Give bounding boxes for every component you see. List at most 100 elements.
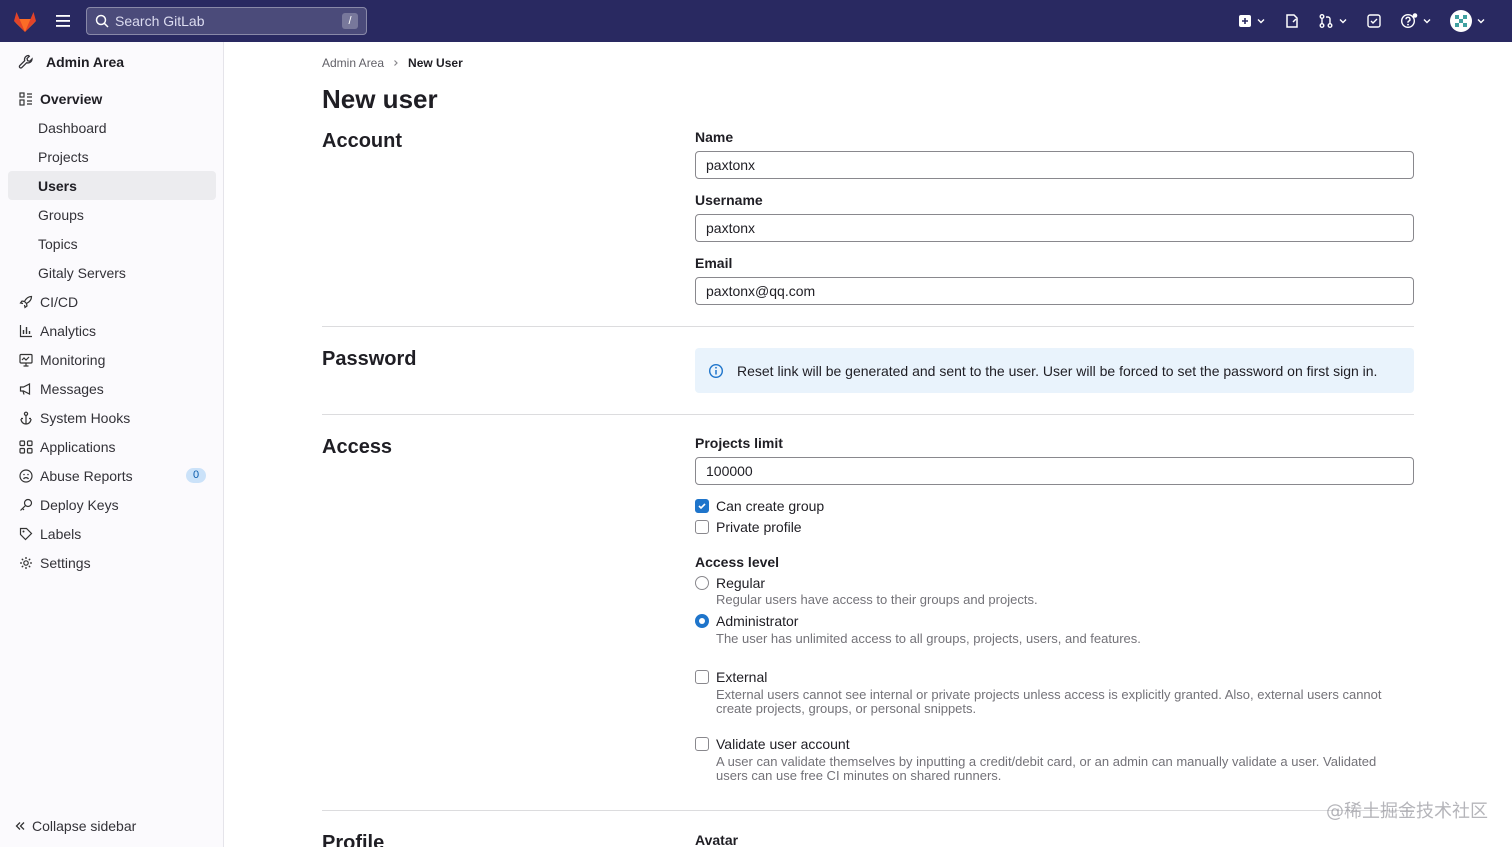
can-create-group-label: Can create group — [716, 498, 825, 514]
sidebar-item-system-hooks[interactable]: System Hooks — [8, 403, 216, 432]
sidebar-item-label: CI/CD — [40, 293, 79, 310]
todos-button[interactable] — [1366, 13, 1382, 29]
checkbox-unchecked-icon[interactable] — [695, 737, 709, 751]
administrator-help-text: The user has unlimited access to all gro… — [716, 631, 1141, 646]
help-dropdown[interactable] — [1400, 13, 1432, 29]
projects-limit-field[interactable]: 100000 — [695, 457, 1414, 485]
sidebar-item-label: Deploy Keys — [40, 496, 119, 513]
user-menu-dropdown[interactable] — [1450, 10, 1486, 32]
watermark: @稀土掘金技术社区 — [1326, 801, 1488, 822]
sidebar-item-label: Overview — [40, 90, 103, 107]
chevron-right-icon — [394, 60, 398, 66]
validate-user-checkbox[interactable]: Validate user account — [695, 736, 850, 752]
external-help-text: External users cannot see internal or pr… — [716, 687, 1382, 716]
search-shortcut-key: / — [342, 13, 358, 29]
collapse-sidebar-button[interactable]: Collapse sidebar — [14, 818, 136, 834]
sidebar-item-label: Messages — [40, 380, 104, 397]
issues-icon — [1286, 14, 1298, 28]
sidebar-item-monitoring[interactable]: Monitoring — [8, 345, 216, 374]
checkbox-unchecked-icon[interactable] — [695, 670, 709, 684]
sidebar-item-analytics[interactable]: Analytics — [8, 316, 216, 345]
avatar-label: Avatar — [695, 832, 739, 847]
admin-sidebar: Admin Area Overview Dashboard Projects U… — [0, 42, 224, 847]
breadcrumb: Admin Area New User — [322, 56, 463, 70]
username-field[interactable]: paxtonx — [695, 214, 1414, 242]
apps-icon — [18, 439, 34, 455]
password-info-text: Reset link will be generated and sent to… — [737, 362, 1378, 379]
access-level-regular-radio[interactable]: Regular — [695, 575, 765, 591]
breadcrumb-admin-area[interactable]: Admin Area — [322, 56, 384, 70]
rocket-icon — [18, 294, 34, 310]
sidebar-item-users[interactable]: Users — [8, 171, 216, 200]
password-section-title: Password — [322, 348, 417, 370]
validate-user-help-text: A user can validate themselves by inputt… — [716, 754, 1377, 783]
sidebar-item-label: Projects — [38, 148, 89, 165]
admin-wrench-icon — [18, 54, 33, 69]
sidebar-item-gitaly-servers[interactable]: Gitaly Servers — [8, 258, 216, 287]
double-chevron-left-icon — [15, 822, 25, 830]
external-label: External — [716, 669, 768, 685]
email-label: Email — [695, 255, 733, 271]
abuse-icon — [18, 468, 34, 484]
password-info-alert: Reset link will be generated and sent to… — [695, 348, 1414, 393]
name-field[interactable]: paxtonx — [695, 151, 1414, 179]
sidebar-item-overview[interactable]: Overview — [8, 84, 216, 113]
access-section-title: Access — [322, 436, 393, 458]
sidebar-item-settings[interactable]: Settings — [8, 548, 216, 577]
access-level-admin-radio[interactable]: Administrator — [695, 613, 798, 629]
create-new-dropdown[interactable] — [1238, 14, 1266, 28]
identicon-icon — [1455, 15, 1467, 27]
hamburger-menu-icon[interactable] — [54, 12, 72, 30]
search-input[interactable]: Search GitLab / — [86, 7, 367, 35]
checkbox-checked-icon[interactable] — [695, 499, 709, 513]
radio-unchecked-icon[interactable] — [695, 576, 709, 590]
merge-request-icon — [1319, 14, 1333, 28]
chevron-down-icon — [1423, 19, 1431, 24]
section-divider — [322, 810, 1414, 811]
breadcrumb-current[interactable]: New User — [408, 56, 463, 70]
sidebar-item-labels[interactable]: Labels — [8, 519, 216, 548]
sidebar-item-projects[interactable]: Projects — [8, 142, 216, 171]
key-icon — [18, 497, 34, 513]
name-label: Name — [695, 129, 734, 145]
regular-label: Regular — [716, 575, 766, 591]
private-profile-label: Private profile — [716, 519, 802, 535]
access-level-label: Access level — [695, 554, 780, 570]
todo-check-icon — [1367, 14, 1381, 28]
external-checkbox[interactable]: External — [695, 669, 767, 685]
abuse-reports-count-badge: 0 — [186, 468, 206, 483]
checkbox-unchecked-icon[interactable] — [695, 520, 709, 534]
plus-square-icon — [1239, 15, 1251, 27]
sidebar-item-label: Abuse Reports — [40, 467, 133, 484]
sidebar-header-label: Admin Area — [46, 54, 125, 70]
can-create-group-checkbox[interactable]: Can create group — [695, 498, 824, 514]
sidebar-item-label: System Hooks — [40, 409, 131, 426]
sidebar-item-deploy-keys[interactable]: Deploy Keys — [8, 490, 216, 519]
radio-checked-icon[interactable] — [695, 614, 709, 628]
info-icon — [708, 363, 724, 378]
merge-requests-dropdown[interactable] — [1318, 13, 1348, 29]
main-content: Admin Area New User New user Account Nam… — [224, 42, 1512, 847]
sidebar-item-dashboard[interactable]: Dashboard — [8, 113, 216, 142]
sidebar-item-label: Applications — [40, 438, 116, 455]
issues-button[interactable] — [1284, 13, 1300, 29]
help-icon — [1400, 13, 1418, 29]
sidebar-item-abuse-reports[interactable]: Abuse Reports 0 — [8, 461, 216, 490]
sidebar-item-label: Topics — [38, 235, 78, 252]
sidebar-item-messages[interactable]: Messages — [8, 374, 216, 403]
sidebar-item-topics[interactable]: Topics — [8, 229, 216, 258]
overview-icon — [18, 91, 34, 107]
sidebar-item-applications[interactable]: Applications — [8, 432, 216, 461]
collapse-sidebar-label: Collapse sidebar — [32, 818, 137, 834]
top-navbar: Search GitLab / — [0, 0, 1512, 42]
search-icon — [95, 14, 109, 28]
sidebar-header[interactable]: Admin Area — [18, 54, 124, 70]
gitlab-logo-icon[interactable] — [12, 8, 38, 34]
sidebar-item-label: Dashboard — [38, 119, 107, 136]
sidebar-item-cicd[interactable]: CI/CD — [8, 287, 216, 316]
page-title: New user — [322, 84, 438, 114]
private-profile-checkbox[interactable]: Private profile — [695, 519, 802, 535]
sidebar-item-groups[interactable]: Groups — [8, 200, 216, 229]
chevron-down-icon — [1339, 19, 1347, 24]
email-field[interactable]: paxtonx@qq.com — [695, 277, 1414, 305]
